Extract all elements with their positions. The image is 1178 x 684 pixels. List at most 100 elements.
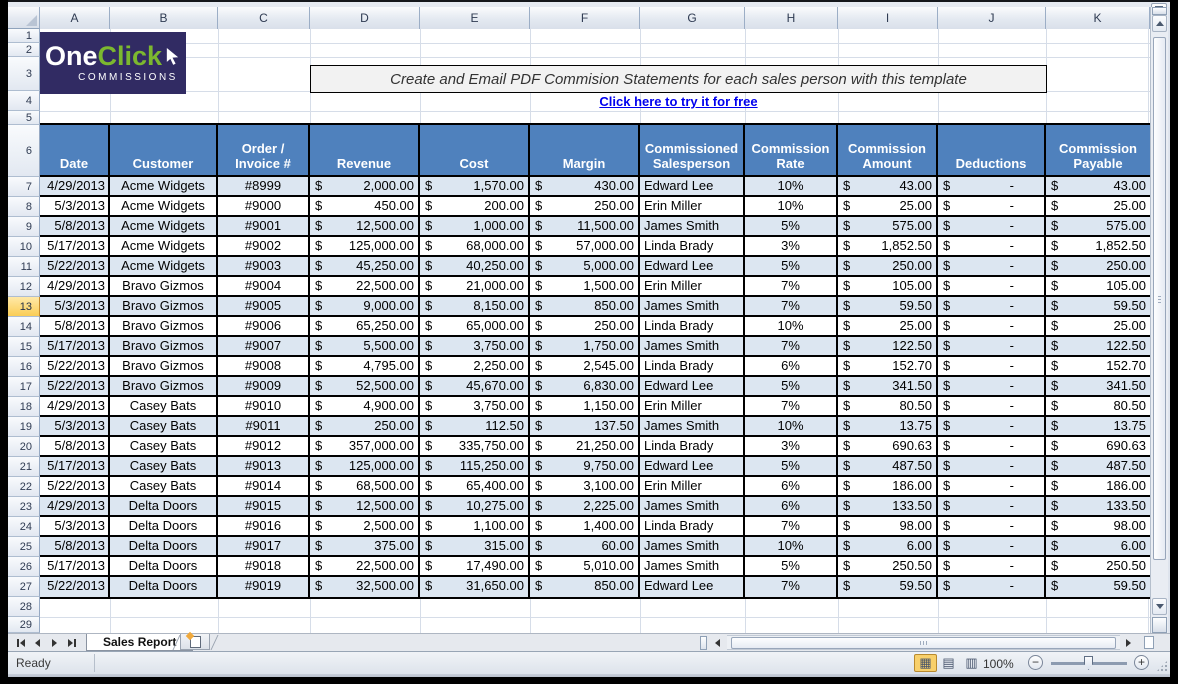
cell-customer[interactable]: Acme Widgets bbox=[110, 217, 218, 235]
column-header-J[interactable]: J bbox=[938, 7, 1046, 29]
cell-margin[interactable]: $3,100.00 bbox=[530, 477, 640, 495]
cell-payable[interactable]: $341.50 bbox=[1046, 377, 1150, 395]
insert-worksheet-tab[interactable] bbox=[180, 634, 210, 650]
cell-rate[interactable]: 6% bbox=[745, 357, 838, 375]
vertical-split-handle[interactable] bbox=[1152, 7, 1167, 15]
cell-deduction[interactable]: $- bbox=[938, 257, 1046, 275]
cell-deduction[interactable]: $- bbox=[938, 437, 1046, 455]
select-all-corner[interactable] bbox=[8, 7, 40, 29]
cell-customer[interactable]: Casey Bats bbox=[110, 477, 218, 495]
cell-customer[interactable]: Delta Doors bbox=[110, 497, 218, 515]
cell-deduction[interactable]: $- bbox=[938, 457, 1046, 475]
column-header-K[interactable]: K bbox=[1046, 7, 1150, 29]
cell-amount[interactable]: $6.00 bbox=[838, 537, 938, 555]
table-row[interactable]: 5/3/2013 Casey Bats #9011 $250.00 $112.5… bbox=[40, 417, 1150, 437]
cell-salesperson[interactable]: Linda Brady bbox=[640, 357, 745, 375]
cell-invoice[interactable]: #9001 bbox=[218, 217, 310, 235]
cell-payable[interactable]: $133.50 bbox=[1046, 497, 1150, 515]
cell-invoice[interactable]: #9006 bbox=[218, 317, 310, 335]
horizontal-scroll-thumb[interactable] bbox=[731, 637, 1116, 649]
cell-date[interactable]: 5/22/2013 bbox=[40, 377, 110, 395]
cell-date[interactable]: 5/8/2013 bbox=[40, 437, 110, 455]
cell-rate[interactable]: 6% bbox=[745, 497, 838, 515]
cell-salesperson[interactable]: Edward Lee bbox=[640, 177, 745, 195]
row-header-24[interactable]: 24 bbox=[8, 517, 40, 537]
last-sheet-button[interactable] bbox=[63, 635, 80, 650]
table-row[interactable]: 4/29/2013 Acme Widgets #8999 $2,000.00 $… bbox=[40, 177, 1150, 197]
cell-cost[interactable]: $65,000.00 bbox=[420, 317, 530, 335]
cell-deduction[interactable]: $- bbox=[938, 497, 1046, 515]
cell-rate[interactable]: 7% bbox=[745, 277, 838, 295]
cell-invoice[interactable]: #9009 bbox=[218, 377, 310, 395]
scroll-down-button[interactable] bbox=[1152, 598, 1167, 615]
cell-deduction[interactable]: $- bbox=[938, 297, 1046, 315]
cell-margin[interactable]: $21,250.00 bbox=[530, 437, 640, 455]
tab-split-handle[interactable] bbox=[700, 636, 707, 650]
cell-invoice[interactable]: #9000 bbox=[218, 197, 310, 215]
row-header-7[interactable]: 7 bbox=[8, 177, 40, 197]
cell-amount[interactable]: $250.50 bbox=[838, 557, 938, 575]
cell-margin[interactable]: $850.00 bbox=[530, 297, 640, 315]
cell-payable[interactable]: $186.00 bbox=[1046, 477, 1150, 495]
cell-amount[interactable]: $133.50 bbox=[838, 497, 938, 515]
cell-payable[interactable]: $487.50 bbox=[1046, 457, 1150, 475]
cell-invoice[interactable]: #9007 bbox=[218, 337, 310, 355]
cell-invoice[interactable]: #9018 bbox=[218, 557, 310, 575]
cell-date[interactable]: 5/22/2013 bbox=[40, 577, 110, 597]
cell-margin[interactable]: $430.00 bbox=[530, 177, 640, 195]
table-row[interactable]: 5/17/2013 Bravo Gizmos #9007 $5,500.00 $… bbox=[40, 337, 1150, 357]
cell-cost[interactable]: $200.00 bbox=[420, 197, 530, 215]
cell-rate[interactable]: 5% bbox=[745, 557, 838, 575]
cell-deduction[interactable]: $- bbox=[938, 517, 1046, 535]
cell-deduction[interactable]: $- bbox=[938, 357, 1046, 375]
cell-invoice[interactable]: #9002 bbox=[218, 237, 310, 255]
cell-rate[interactable]: 10% bbox=[745, 197, 838, 215]
row-header-12[interactable]: 12 bbox=[8, 277, 40, 297]
cell-cost[interactable]: $112.50 bbox=[420, 417, 530, 435]
cell-rate[interactable]: 3% bbox=[745, 237, 838, 255]
hscroll-right-button[interactable] bbox=[1120, 635, 1137, 650]
cell-salesperson[interactable]: James Smith bbox=[640, 537, 745, 555]
cell-date[interactable]: 5/17/2013 bbox=[40, 457, 110, 475]
cell-payable[interactable]: $59.50 bbox=[1046, 297, 1150, 315]
table-row[interactable]: 4/29/2013 Bravo Gizmos #9004 $22,500.00 … bbox=[40, 277, 1150, 297]
row-header-6[interactable]: 6 bbox=[8, 125, 40, 177]
table-row[interactable]: 5/22/2013 Bravo Gizmos #9009 $52,500.00 … bbox=[40, 377, 1150, 397]
cell-revenue[interactable]: $357,000.00 bbox=[310, 437, 420, 455]
cell-salesperson[interactable]: James Smith bbox=[640, 337, 745, 355]
cell-invoice[interactable]: #9005 bbox=[218, 297, 310, 315]
cell-customer[interactable]: Casey Bats bbox=[110, 457, 218, 475]
header-order-invoice[interactable]: Order / Invoice # bbox=[218, 125, 310, 175]
cell-rate[interactable]: 7% bbox=[745, 297, 838, 315]
cell-revenue[interactable]: $450.00 bbox=[310, 197, 420, 215]
column-header-G[interactable]: G bbox=[640, 7, 745, 29]
row-header-27[interactable]: 27 bbox=[8, 577, 40, 597]
cell-rate[interactable]: 5% bbox=[745, 377, 838, 395]
cell-salesperson[interactable]: James Smith bbox=[640, 497, 745, 515]
cell-salesperson[interactable]: James Smith bbox=[640, 557, 745, 575]
column-header-A[interactable]: A bbox=[40, 7, 110, 29]
table-row[interactable]: 5/17/2013 Delta Doors #9018 $22,500.00 $… bbox=[40, 557, 1150, 577]
cell-margin[interactable]: $250.00 bbox=[530, 197, 640, 215]
row-header-20[interactable]: 20 bbox=[8, 437, 40, 457]
header-commission-payable[interactable]: Commission Payable bbox=[1046, 125, 1150, 175]
previous-sheet-button[interactable] bbox=[29, 635, 46, 650]
table-row[interactable]: 5/22/2013 Bravo Gizmos #9008 $4,795.00 $… bbox=[40, 357, 1150, 377]
cell-revenue[interactable]: $375.00 bbox=[310, 537, 420, 555]
cell-invoice[interactable]: #9016 bbox=[218, 517, 310, 535]
header-deductions[interactable]: Deductions bbox=[938, 125, 1046, 175]
cell-deduction[interactable]: $- bbox=[938, 397, 1046, 415]
cell-rate[interactable]: 7% bbox=[745, 517, 838, 535]
cell-date[interactable]: 5/22/2013 bbox=[40, 257, 110, 275]
cell-date[interactable]: 5/3/2013 bbox=[40, 297, 110, 315]
cell-margin[interactable]: $1,400.00 bbox=[530, 517, 640, 535]
cell-payable[interactable]: $80.50 bbox=[1046, 397, 1150, 415]
header-commission-rate[interactable]: Commission Rate bbox=[745, 125, 838, 175]
cell-margin[interactable]: $250.00 bbox=[530, 317, 640, 335]
cell-customer[interactable]: Acme Widgets bbox=[110, 237, 218, 255]
cell-rate[interactable]: 10% bbox=[745, 317, 838, 335]
cell-date[interactable]: 4/29/2013 bbox=[40, 397, 110, 415]
header-revenue[interactable]: Revenue bbox=[310, 125, 420, 175]
cell-cost[interactable]: $2,250.00 bbox=[420, 357, 530, 375]
cell-deduction[interactable]: $- bbox=[938, 317, 1046, 335]
